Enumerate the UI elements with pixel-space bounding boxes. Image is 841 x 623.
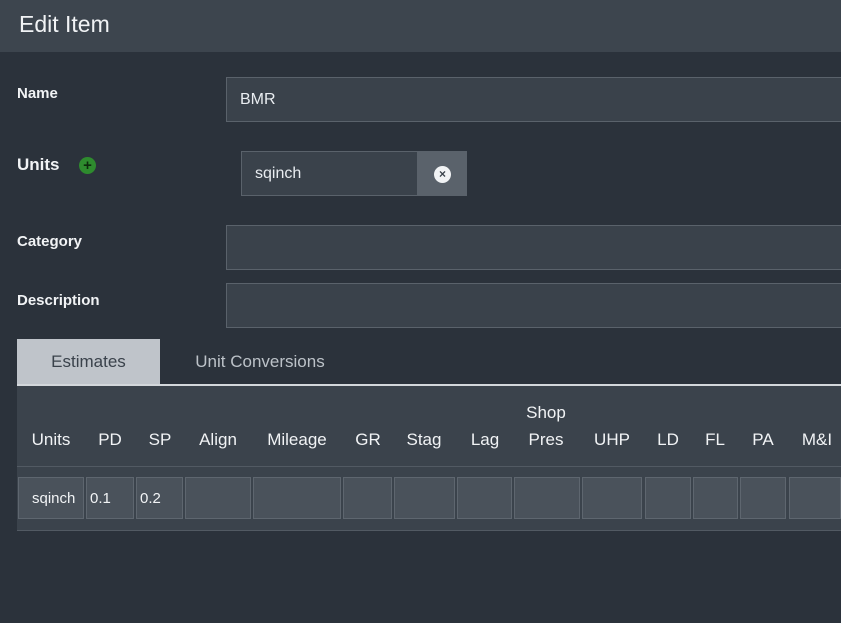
cell-gr[interactable] <box>343 477 392 519</box>
column-header-mileage[interactable]: Mileage <box>260 426 334 453</box>
plus-circle-icon[interactable]: + <box>79 157 96 174</box>
column-header-uhp[interactable]: UHP <box>588 426 636 453</box>
column-header-sp[interactable]: SP <box>142 426 178 453</box>
column-header-gr[interactable]: GR <box>350 426 386 453</box>
column-header-pa[interactable]: PA <box>746 426 780 453</box>
column-header-align[interactable]: Align <box>192 426 244 453</box>
dialog-title: Edit Item <box>19 11 110 37</box>
units-label: Units <box>17 155 60 174</box>
column-header-mi[interactable]: M&I <box>797 426 837 453</box>
column-header-units[interactable]: Units <box>27 426 75 453</box>
category-label: Category <box>17 233 83 250</box>
name-input[interactable]: BMR <box>226 77 841 122</box>
dialog-header: Edit Item <box>0 0 841 52</box>
cell-mileage[interactable] <box>253 477 341 519</box>
clear-x-icon: × <box>434 166 451 183</box>
cell-units[interactable]: sqinch <box>18 477 84 519</box>
clear-units-button[interactable]: × <box>417 151 467 196</box>
column-header-fl[interactable]: FL <box>699 426 731 453</box>
tab-estimates[interactable]: Estimates <box>17 339 160 384</box>
cell-align[interactable] <box>185 477 251 519</box>
column-header-shop-pres[interactable]: Shop Pres <box>521 399 571 453</box>
description-label: Description <box>17 292 100 309</box>
cell-lag[interactable] <box>457 477 512 519</box>
cell-ld[interactable] <box>645 477 691 519</box>
cell-pa[interactable] <box>740 477 786 519</box>
cell-shop-pres[interactable] <box>514 477 580 519</box>
grid-bottom-border <box>17 530 841 531</box>
description-input[interactable] <box>226 283 841 328</box>
cell-fl[interactable] <box>693 477 738 519</box>
column-header-pd[interactable]: PD <box>92 426 128 453</box>
cell-mi[interactable] <box>789 477 841 519</box>
column-header-ld[interactable]: LD <box>651 426 685 453</box>
cell-pd[interactable]: 0.1 <box>86 477 134 519</box>
column-header-lag[interactable]: Lag <box>465 426 505 453</box>
cell-sp[interactable]: 0.2 <box>136 477 183 519</box>
cell-stag[interactable] <box>394 477 455 519</box>
cell-uhp[interactable] <box>582 477 642 519</box>
category-input[interactable] <box>226 225 841 270</box>
units-input[interactable]: sqinch <box>241 151 418 196</box>
name-label: Name <box>17 85 58 102</box>
tab-unit-conversions[interactable]: Unit Conversions <box>170 339 350 384</box>
grid-header-divider <box>17 466 841 467</box>
column-header-stag[interactable]: Stag <box>400 426 448 453</box>
